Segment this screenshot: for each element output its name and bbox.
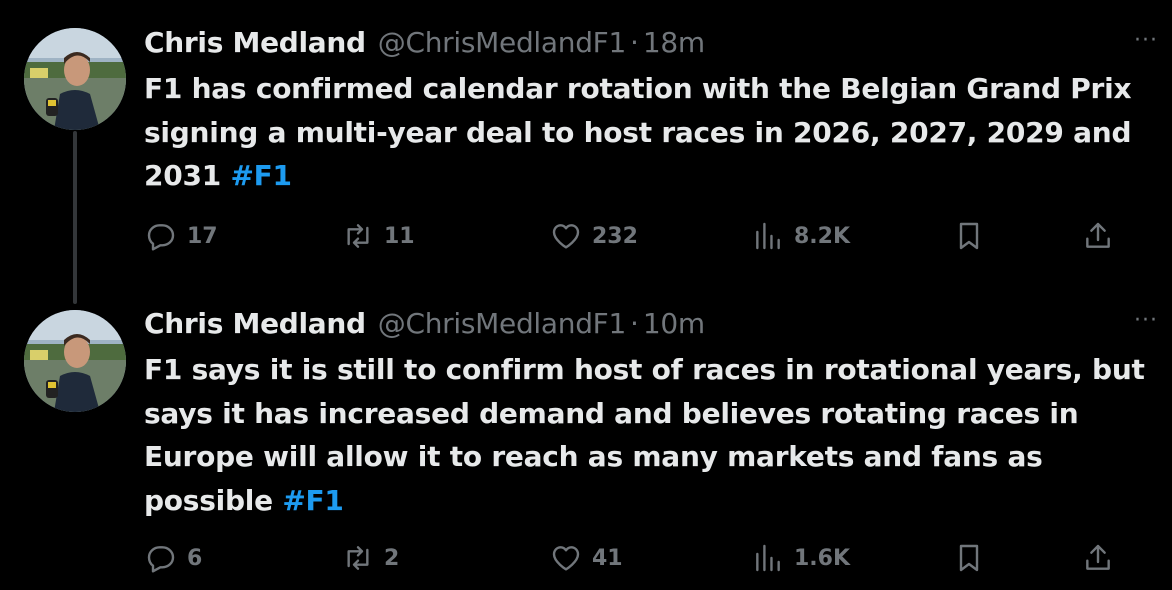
- heart-icon: [552, 546, 580, 571]
- author-name[interactable]: Chris Medland: [144, 26, 366, 60]
- tweet[interactable]: Chris Medland @ChrisMedlandF1 · 18m ··· …: [0, 0, 1172, 290]
- author-handle[interactable]: @ChrisMedlandF1: [378, 307, 627, 341]
- avatar[interactable]: [24, 28, 126, 130]
- repost-count: 2: [384, 545, 400, 571]
- tweet[interactable]: Chris Medland @ChrisMedlandF1 · 10m ··· …: [0, 290, 1172, 590]
- views-icon: [756, 222, 780, 250]
- repost-button[interactable]: 2: [342, 538, 399, 578]
- separator-dot: ·: [630, 26, 639, 59]
- hashtag-link[interactable]: #F1: [282, 484, 344, 517]
- tweet-actions: 6 2 41 1.6K: [0, 538, 1172, 578]
- reply-button[interactable]: 17: [145, 216, 218, 256]
- like-button[interactable]: 232: [550, 216, 638, 256]
- repost-icon: [347, 546, 369, 570]
- bookmark-icon: [959, 222, 979, 250]
- more-options-icon[interactable]: ···: [1134, 308, 1158, 333]
- timestamp[interactable]: 18m: [643, 26, 705, 60]
- share-icon: [1086, 222, 1110, 248]
- heart-icon: [552, 224, 580, 249]
- separator-dot: ·: [630, 307, 639, 340]
- share-button[interactable]: [1082, 216, 1114, 256]
- reply-icon: [147, 224, 175, 251]
- share-button[interactable]: [1082, 538, 1114, 578]
- timestamp[interactable]: 10m: [643, 307, 705, 341]
- views-button[interactable]: 8.2K: [752, 216, 850, 256]
- bookmark-button[interactable]: [953, 538, 985, 578]
- tweet-text: F1 has confirmed calendar rotation with …: [144, 67, 1154, 198]
- tweet-header: Chris Medland @ChrisMedlandF1 · 18m: [144, 26, 705, 60]
- views-count: 1.6K: [794, 545, 851, 571]
- repost-count: 11: [384, 223, 415, 249]
- share-icon: [1086, 544, 1110, 570]
- bookmark-button[interactable]: [953, 216, 985, 256]
- bookmark-icon: [959, 544, 979, 572]
- author-name[interactable]: Chris Medland: [144, 307, 366, 341]
- repost-icon: [347, 224, 369, 248]
- reply-button[interactable]: 6: [145, 538, 202, 578]
- tweet-header: Chris Medland @ChrisMedlandF1 · 10m: [144, 307, 705, 341]
- repost-button[interactable]: 11: [342, 216, 415, 256]
- like-count: 41: [592, 545, 623, 571]
- reply-count: 6: [187, 545, 203, 571]
- like-count: 232: [592, 223, 638, 249]
- author-handle[interactable]: @ChrisMedlandF1: [378, 26, 627, 60]
- like-button[interactable]: 41: [550, 538, 623, 578]
- views-button[interactable]: 1.6K: [752, 538, 850, 578]
- views-icon: [756, 544, 780, 572]
- hashtag-link[interactable]: #F1: [230, 159, 292, 192]
- more-options-icon[interactable]: ···: [1134, 28, 1158, 53]
- tweet-actions: 17 11 232 8.2K: [0, 216, 1172, 256]
- tweet-body: F1 has confirmed calendar rotation with …: [144, 72, 1132, 192]
- tweet-text: F1 says it is still to confirm host of r…: [144, 348, 1154, 522]
- views-count: 8.2K: [794, 223, 851, 249]
- avatar[interactable]: [24, 310, 126, 412]
- reply-count: 17: [187, 223, 218, 249]
- reply-icon: [147, 546, 175, 573]
